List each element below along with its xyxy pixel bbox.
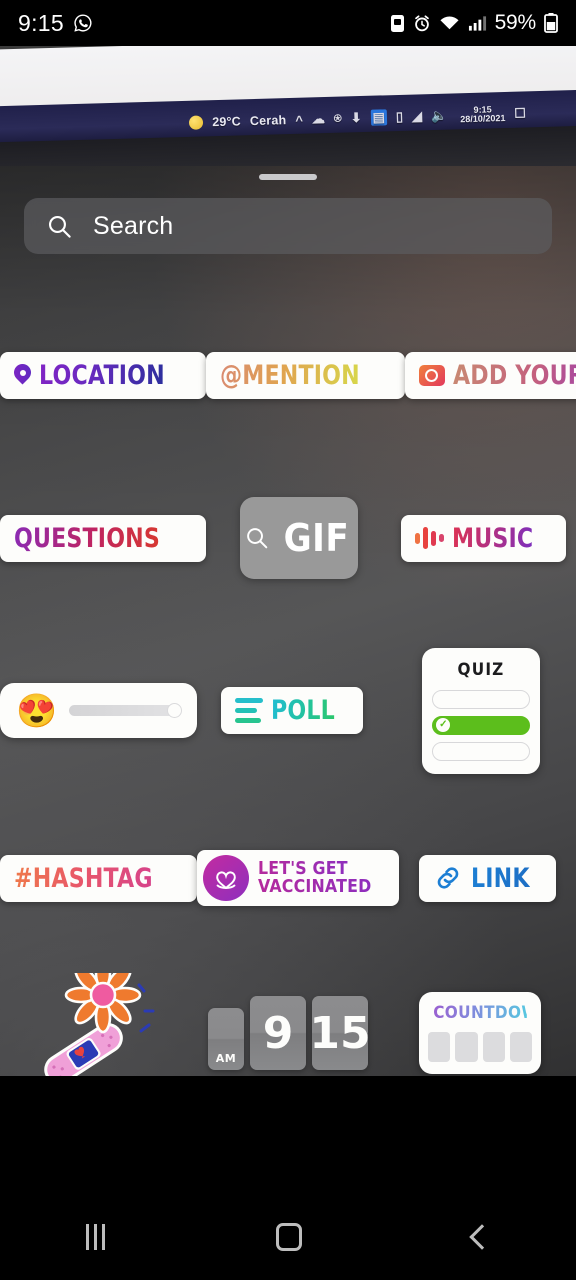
sticker-countdown-label: COUNTDOWN (433, 1003, 552, 1023)
alarm-icon (413, 14, 431, 33)
sticker-mention[interactable]: @MENTION (206, 352, 405, 399)
sticker-tray: Search LOCATION @MENTION ADD YOURS (0, 148, 576, 1085)
sticker-location-label: LOCATION (39, 360, 165, 391)
sticker-add-yours[interactable]: ADD YOURS (404, 352, 576, 399)
taskbar-cloud-icon: ☁ (311, 111, 326, 127)
taskbar-shield-icon: ⍟ (333, 110, 342, 126)
sticker-row-4: #HASHTAG LET'S GET VACCINATED LINK (0, 798, 576, 958)
sticker-gif-label: GIF (283, 516, 350, 560)
sticker-row-3: 😍 POLL QUIZ ✓ (0, 623, 576, 798)
sticker-hashtag[interactable]: #HASHTAG (0, 854, 198, 902)
heart-eyes-emoji-icon: 😍 (16, 692, 58, 729)
emoji-slider-track[interactable] (69, 703, 183, 718)
sticker-link[interactable]: LINK (418, 854, 557, 902)
home-button[interactable] (275, 1223, 302, 1251)
sticker-row-2: QUESTIONS GIF MUSIC (0, 453, 576, 623)
search-icon (244, 525, 270, 551)
sticker-location[interactable]: LOCATION (0, 352, 207, 399)
taskbar-clock-date: 28/10/2021 (460, 112, 506, 125)
sticker-vaccinated-label-line2: VACCINATED (258, 876, 372, 897)
sticker-music-label: MUSIC (452, 522, 534, 554)
taskbar-app-icon: ▤ (370, 109, 388, 126)
sticker-mention-label: @MENTION (220, 360, 361, 391)
sticker-poll-label: POLL (270, 695, 335, 726)
android-nav-bar (0, 1194, 576, 1280)
battery-icon (544, 13, 558, 33)
sticker-poll[interactable]: POLL (220, 687, 363, 734)
sticker-vaccinated-labels: LET'S GET VACCINATED (258, 859, 387, 897)
taskbar-weather-temp: 29°C (212, 114, 242, 130)
clock-hour: 9 (250, 996, 306, 1070)
sticker-clock[interactable]: AM 9 15 (208, 996, 371, 1070)
bandage-flower-icon (44, 956, 155, 1085)
whatsapp-icon (73, 13, 93, 33)
clock-minute: 15 (309, 996, 371, 1070)
sticker-grid: LOCATION @MENTION ADD YOURS QUESTIONS (0, 298, 576, 1108)
taskbar-clock: 9:15 28/10/2021 (460, 104, 506, 125)
sticker-quiz[interactable]: QUIZ ✓ (422, 647, 541, 774)
quiz-option-3[interactable] (432, 741, 531, 761)
cellular-signal-icon (468, 14, 487, 32)
search-icon (46, 213, 73, 240)
chain-link-icon (433, 863, 463, 893)
countdown-tile (509, 1032, 532, 1062)
camera-icon (418, 365, 445, 386)
recents-button[interactable] (85, 1224, 105, 1250)
sim-icon (390, 14, 405, 33)
countdown-tiles (428, 1032, 532, 1062)
taskbar-weather-label: Cerah (249, 113, 287, 129)
back-button[interactable] (468, 1224, 495, 1250)
status-bar-clock: 9:15 (18, 9, 64, 36)
wifi-icon (439, 14, 460, 32)
sticker-emoji-slider[interactable]: 😍 (0, 683, 198, 738)
quiz-option-1[interactable] (432, 689, 531, 709)
search-placeholder: Search (93, 211, 174, 240)
taskbar-media-icon: ▯ (395, 108, 404, 125)
taskbar-network-icon: ◢ (411, 108, 423, 124)
taskbar-download-icon: ⬇ (350, 110, 362, 126)
sticker-row-1: LOCATION @MENTION ADD YOURS (0, 298, 576, 453)
poll-bars-icon (234, 698, 263, 723)
audio-bars-icon (415, 527, 445, 549)
sticker-add-yours-label: ADD YOURS (453, 360, 576, 391)
sticker-questions-label: QUESTIONS (14, 522, 160, 554)
heart-badge-icon (203, 855, 250, 901)
countdown-tile (455, 1032, 478, 1062)
taskbar-notification-icon: ☐ (514, 105, 527, 121)
phone-screen: 9:15 59% 29°C Cerah ^ ☁ ⍟ ⬇ ▤ ▯ ◢ 🔈 9:15… (0, 0, 576, 1280)
sheet-grabber-handle[interactable] (259, 174, 317, 180)
sticker-hashtag-label: #HASHTAG (14, 862, 153, 894)
clock-ampm: AM (208, 1008, 244, 1070)
emoji-slider-knob[interactable] (167, 703, 183, 718)
status-bar: 9:15 59% (0, 0, 576, 46)
sticker-questions[interactable]: QUESTIONS (0, 514, 207, 562)
check-icon: ✓ (436, 718, 451, 732)
taskbar-volume-icon: 🔈 (430, 107, 448, 124)
status-bar-right: 59% (390, 11, 558, 35)
sticker-link-label: LINK (470, 862, 530, 894)
sticker-countdown[interactable]: COUNTDOWN (419, 992, 552, 1074)
status-bar-left: 9:15 (18, 10, 93, 37)
sticker-music[interactable]: MUSIC (401, 514, 566, 562)
sticker-lets-get-vaccinated[interactable]: LET'S GET VACCINATED (197, 850, 400, 906)
map-pin-icon (14, 364, 31, 387)
quiz-option-2[interactable]: ✓ (432, 715, 531, 735)
weather-sun-icon (189, 115, 204, 130)
search-input[interactable]: Search (24, 198, 552, 254)
sticker-bandage-flower[interactable] (21, 956, 171, 1093)
sticker-quiz-label: QUIZ (457, 659, 505, 680)
taskbar-chevron-up-icon: ^ (295, 112, 304, 128)
countdown-tile (428, 1032, 451, 1062)
countdown-tile (482, 1032, 505, 1062)
battery-percent-label: 59% (494, 11, 537, 34)
sticker-gif[interactable]: GIF (239, 497, 358, 579)
